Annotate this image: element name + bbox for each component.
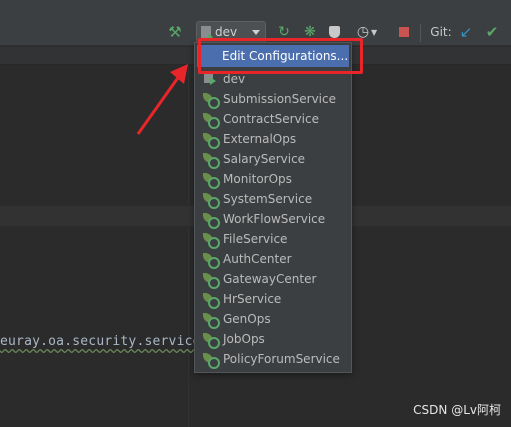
config-item-label: JobOps <box>223 332 265 346</box>
watermark: CSDN @Lv阿柯 <box>413 403 501 417</box>
config-item-label: ExternalOps <box>223 132 297 146</box>
stop-icon[interactable] <box>396 22 412 42</box>
config-item-workflowservice[interactable]: WorkFlowService <box>195 209 351 229</box>
spring-boot-icon <box>203 92 220 109</box>
config-item-contractservice[interactable]: ContractService <box>195 109 351 129</box>
dev-config-icon <box>203 72 218 86</box>
config-item-gatewaycenter[interactable]: GatewayCenter <box>195 269 351 289</box>
toolbar-separator <box>420 24 421 42</box>
spring-boot-icon <box>203 112 220 129</box>
config-item-label: FileService <box>223 232 288 246</box>
spring-boot-icon <box>203 192 220 209</box>
spring-boot-icon <box>203 292 220 309</box>
annotation-arrow-icon <box>136 64 188 135</box>
config-item-label: AuthCenter <box>223 252 292 266</box>
config-item-label: SubmissionService <box>223 92 336 106</box>
git-label: Git: <box>430 25 452 39</box>
config-item-label: SystemService <box>223 192 313 206</box>
commit-icon[interactable]: ✔ <box>484 22 500 42</box>
update-project-icon[interactable]: ↙ <box>458 22 474 42</box>
spring-boot-icon <box>203 252 220 269</box>
run-config-popup: Edit Configurations... dev SubmissionSer… <box>194 42 352 373</box>
config-item-systemservice[interactable]: SystemService <box>195 189 351 209</box>
config-item-policyforumservice[interactable]: PolicyForumService <box>195 349 351 369</box>
config-item-label: ContractService <box>223 112 319 126</box>
config-item-submissionservice[interactable]: SubmissionService <box>195 89 351 109</box>
config-item-label: dev <box>223 72 246 86</box>
config-item-salaryservice[interactable]: SalaryService <box>195 149 351 169</box>
config-item-label: SalaryService <box>223 152 306 166</box>
spring-boot-icon <box>203 332 220 349</box>
spring-boot-icon <box>203 172 220 189</box>
config-item-monitorops[interactable]: MonitorOps <box>195 169 351 189</box>
spring-boot-icon <box>203 152 220 169</box>
annotation-highlight-box <box>198 38 363 74</box>
config-item-externalops[interactable]: ExternalOps <box>195 129 351 149</box>
config-file-icon <box>201 26 213 40</box>
spring-boot-icon <box>203 132 220 149</box>
config-item-fileservice[interactable]: FileService <box>195 229 351 249</box>
spring-boot-icon <box>203 352 220 369</box>
config-item-label: GenOps <box>223 312 271 326</box>
spring-boot-icon <box>203 312 220 329</box>
code-line: euray.oa.security.service <box>0 334 201 349</box>
config-item-genops[interactable]: GenOps <box>195 309 351 329</box>
config-item-label: HrService <box>223 292 282 306</box>
run-config-label: dev <box>215 25 238 39</box>
chevron-down-icon <box>252 29 260 35</box>
spring-boot-icon <box>203 232 220 249</box>
spring-boot-icon <box>203 212 220 229</box>
config-item-jobops[interactable]: JobOps <box>195 329 351 349</box>
config-item-authcenter[interactable]: AuthCenter <box>195 249 351 269</box>
spring-boot-icon <box>203 272 220 289</box>
config-item-label: WorkFlowService <box>223 212 326 226</box>
hammer-icon[interactable]: ⚒ <box>166 22 184 42</box>
config-item-label: MonitorOps <box>223 172 292 186</box>
config-item-label: PolicyForumService <box>223 352 340 366</box>
config-item-label: GatewayCenter <box>223 272 317 286</box>
config-list: dev SubmissionService ContractService Ex… <box>195 69 351 369</box>
config-item-hrservice[interactable]: HrService <box>195 289 351 309</box>
